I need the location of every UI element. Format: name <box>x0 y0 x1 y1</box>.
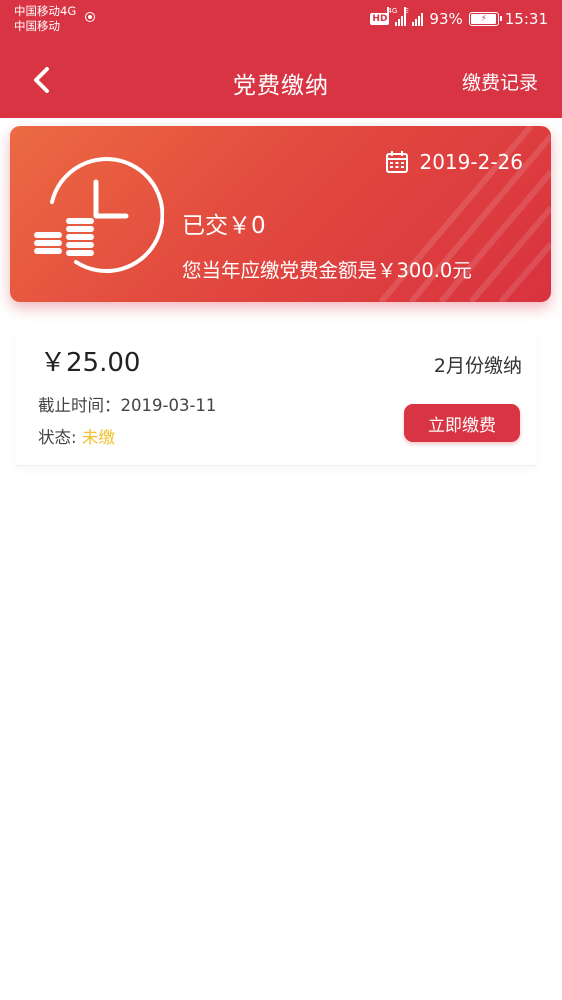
battery-icon: ⚡ <box>468 12 502 26</box>
card-date: 2019-2-26 <box>385 150 523 174</box>
deadline-label: 截止时间： <box>38 396 121 415</box>
payment-records-link[interactable]: 缴费记录 <box>462 68 538 95</box>
carrier-info: 中国移动4G 中国移动 <box>14 4 76 34</box>
eye-comfort-icon <box>86 13 94 21</box>
signal-type-label-secondary: E <box>404 7 409 15</box>
paid-amount: 已交￥0 <box>182 213 266 239</box>
payment-month: 2月份缴纳 <box>433 355 522 377</box>
payment-amount: ￥25.00 <box>40 348 141 378</box>
signal-icon-secondary: E <box>404 7 424 26</box>
pay-now-button[interactable]: 立即缴费 <box>404 404 520 442</box>
calendar-icon <box>386 151 409 173</box>
app-header: 党费缴纳 缴费记录 <box>0 44 562 118</box>
deadline-value: 2019-03-11 <box>120 396 217 415</box>
annual-due-amount: 您当年应缴党费金额是￥300.0元 <box>182 259 472 282</box>
date-value: 2019-2-26 <box>419 150 523 174</box>
status-label: 状态: <box>38 428 77 447</box>
status-value: 未缴 <box>81 428 115 447</box>
payment-status: 状态: 未缴 <box>38 424 115 448</box>
status-indicators: HD 4G E 93% ⚡ 15:31 <box>370 7 548 30</box>
status-bar: 中国移动4G 中国移动 HD 4G E 93% ⚡ 15:31 <box>0 0 562 44</box>
clock-time: 15:31 <box>504 10 548 28</box>
battery-percent: 93% <box>429 10 463 28</box>
payment-item: ￥25.00 2月份缴纳 截止时间：2019-03-11 状态: 未缴 立即缴费 <box>16 330 536 466</box>
summary-card: 2019-2-26 已交￥0 您当年应缴党费金额是￥300.0元 <box>10 126 551 302</box>
clock-coins-icon <box>34 157 164 273</box>
carrier-line-2: 中国移动 <box>14 19 60 33</box>
carrier-line-1: 中国移动4G <box>14 4 77 18</box>
payment-deadline: 截止时间：2019-03-11 <box>38 392 216 416</box>
signal-type-label: 4G <box>387 7 398 15</box>
